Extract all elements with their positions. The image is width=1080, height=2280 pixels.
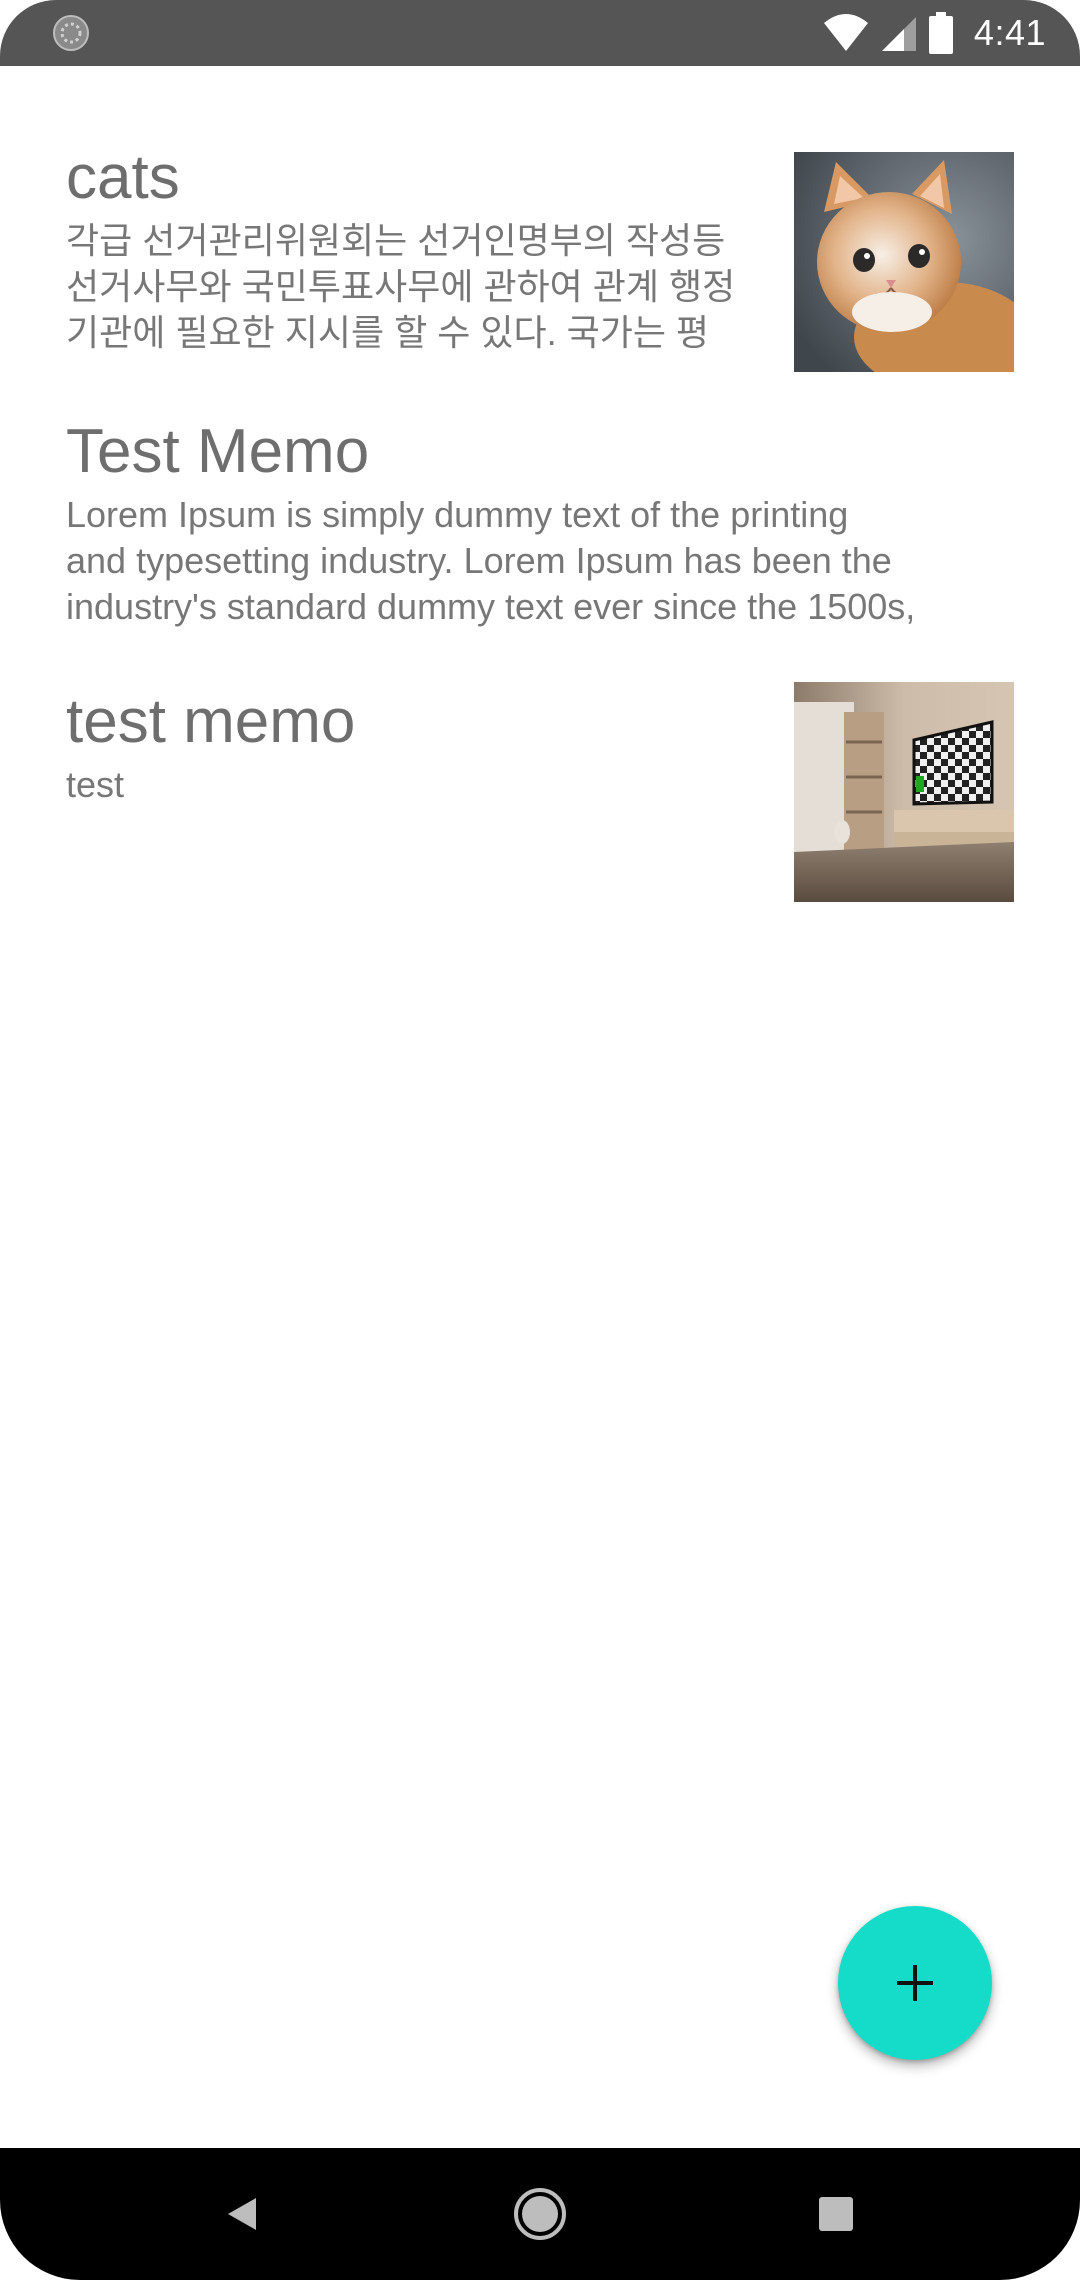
memo-title: Test Memo [66,417,370,486]
memo-body-line: 선거사무와 국민투표사무에 관하여 관계 행정 [66,266,736,307]
memo-thumbnail-kitten [794,152,1014,372]
kitten-photo [794,152,1014,372]
memo-title: test memo [66,687,356,756]
back-button[interactable] [206,2178,278,2250]
memo-item[interactable]: cats 각급 선거관리위원회는 선거인명부의 작성등 선거사무와 국민투표사무… [0,140,1080,400]
memo-body-line: and typesetting industry. Lorem Ipsum ha… [66,540,892,581]
status-time: 4:41 [973,12,1046,53]
memo-title: cats [66,143,180,212]
navigation-bar [0,2148,1080,2280]
memo-thumbnail-room [794,682,1014,902]
back-icon [228,2198,256,2230]
memo-item[interactable]: Test Memo Lorem Ipsum is simply dummy te… [0,414,1080,634]
home-button[interactable] [504,2178,576,2250]
status-bar: 4:41 [0,0,1080,66]
memo-body-line: 기관에 필요한 지시를 할 수 있다. 국가는 평 [66,312,710,353]
recents-button[interactable] [800,2178,872,2250]
memo-body-line: Lorem Ipsum is simply dummy text of the … [66,494,849,535]
home-icon [514,2188,566,2240]
memo-body: test [66,762,766,808]
plus-icon [897,1965,933,2001]
recents-icon [819,2197,853,2231]
memo-body-line: test [66,764,125,805]
room-tv-photo [794,682,1014,902]
memo-body: 각급 선거관리위원회는 선거인명부의 작성등 선거사무와 국민투표사무에 관하여… [66,218,806,356]
memo-body: Lorem Ipsum is simply dummy text of the … [66,492,1026,630]
app-screen: 4:41 cats 각급 선거관리위원회는 선거인명부의 작성등 선거사무와 국… [0,0,1080,2280]
memo-body-line: 각급 선거관리위원회는 선거인명부의 작성등 [66,220,726,261]
add-memo-button[interactable] [838,1906,992,2060]
signal-icon [881,17,916,51]
memo-body-line: industry's standard dummy text ever sinc… [66,586,916,627]
memo-item[interactable]: test memo test [0,682,1080,924]
sync-notification-icon [53,15,89,51]
wifi-icon [823,14,868,51]
status-icons: 4:41 [822,8,1046,58]
battery-icon [928,12,953,54]
